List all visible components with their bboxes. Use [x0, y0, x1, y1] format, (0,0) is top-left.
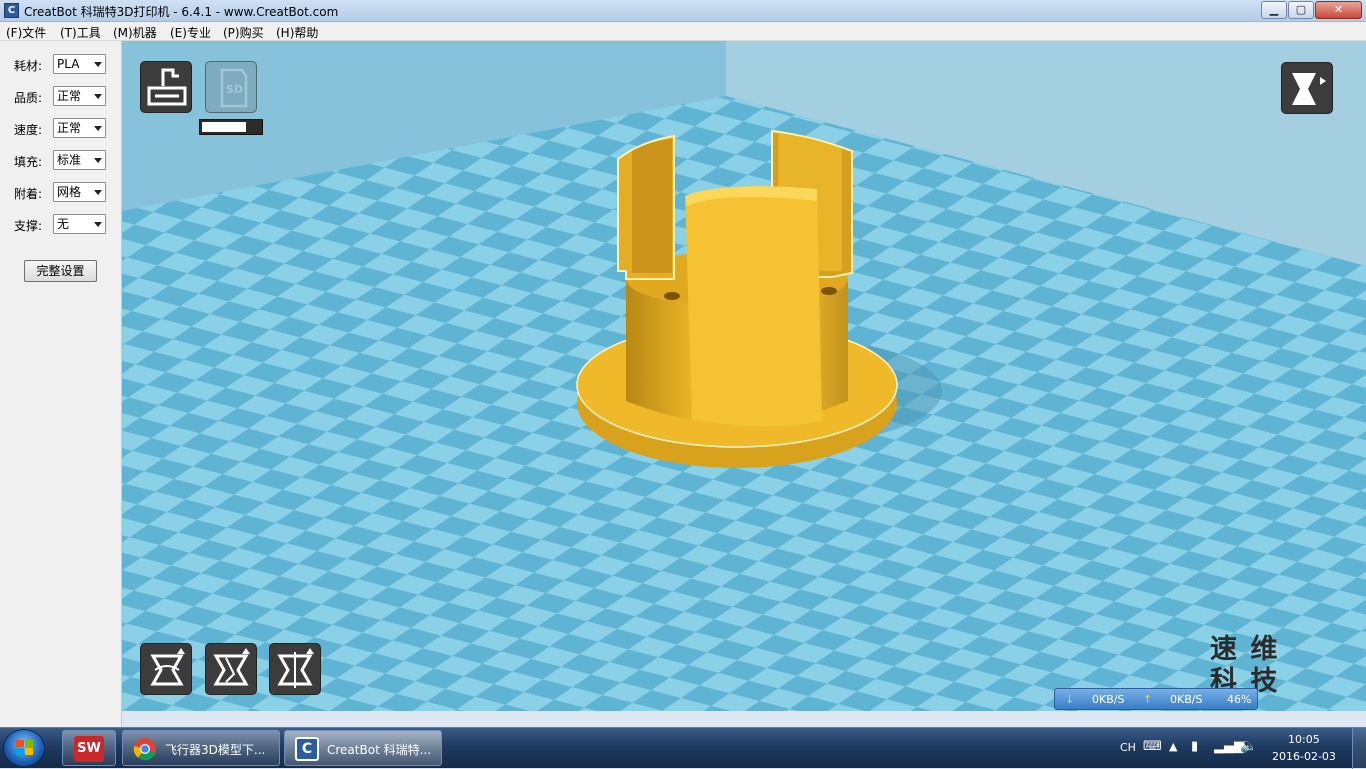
- view-mode-button[interactable]: [1281, 62, 1333, 114]
- select-value: 无: [57, 217, 70, 231]
- setting-label: 支撑:: [14, 219, 43, 233]
- sd-label: SD: [226, 83, 243, 96]
- windows-logo-icon: [16, 740, 33, 755]
- mirror-icon: [277, 648, 314, 688]
- infill-select[interactable]: 标准: [53, 150, 106, 170]
- chevron-down-icon: [94, 94, 102, 99]
- select-value: PLA: [57, 57, 80, 71]
- select-value: 正常: [57, 89, 82, 103]
- chevron-down-icon: [94, 126, 102, 131]
- save-to-sd-button[interactable]: SD: [205, 61, 257, 113]
- volume-icon[interactable]: 🔈: [1240, 738, 1257, 754]
- adhesion-select[interactable]: 网格: [53, 182, 106, 202]
- setting-label: 附着:: [14, 187, 43, 201]
- menu-buy[interactable]: (P)购买: [223, 24, 264, 41]
- setting-label: 填充:: [14, 155, 43, 169]
- rotate-button[interactable]: [140, 643, 192, 695]
- clock-date[interactable]: 2016-02-03: [1272, 750, 1336, 763]
- menu-machine[interactable]: (M)机器: [113, 24, 157, 41]
- taskbar-item-label: CreatBot 科瑞特...: [327, 743, 432, 757]
- taskbar-item-creatbot[interactable]: C CreatBot 科瑞特...: [284, 730, 442, 766]
- creatbot-app-icon: C: [4, 3, 19, 18]
- select-value: 正常: [57, 121, 82, 135]
- show-hidden-icons-icon[interactable]: ▲: [1169, 740, 1177, 753]
- scale-icon: [213, 648, 250, 686]
- 3d-viewport[interactable]: SD 速 维 科 技: [122, 41, 1366, 711]
- menu-file[interactable]: (F)文件: [6, 24, 46, 41]
- speed-select[interactable]: 正常: [53, 118, 106, 138]
- maximize-button[interactable]: ▢: [1288, 1, 1314, 19]
- device-icon[interactable]: ▮: [1191, 739, 1198, 754]
- show-desktop-button[interactable]: [1352, 728, 1366, 769]
- clock-time[interactable]: 10:05: [1288, 733, 1320, 746]
- progress-fill: [202, 122, 246, 132]
- chrome-icon: [133, 738, 156, 761]
- build-plate-scene: [122, 41, 1366, 711]
- menu-tools[interactable]: (T)工具: [60, 24, 101, 41]
- watermark-line: 速 维: [1210, 634, 1280, 665]
- language-indicator[interactable]: CH: [1120, 741, 1136, 754]
- start-button[interactable]: [3, 729, 45, 767]
- upload-speed: 0KB/S: [1170, 693, 1203, 706]
- model-front-wall: [685, 186, 822, 427]
- full-settings-button[interactable]: 完整设置: [24, 260, 97, 282]
- window-title-bar[interactable]: C CreatBot 科瑞特3D打印机 - 6.4.1 - www.CreatB…: [0, 0, 1366, 22]
- chevron-down-icon: [94, 190, 102, 195]
- support-select[interactable]: 无: [53, 214, 106, 234]
- mirror-button[interactable]: [269, 643, 321, 695]
- progress-bar: [199, 119, 263, 135]
- quality-select[interactable]: 正常: [53, 86, 106, 106]
- solidworks-icon: SW: [74, 736, 104, 762]
- scale-button[interactable]: [205, 643, 257, 695]
- load-model-button[interactable]: [140, 61, 192, 113]
- taskbar-item-chrome[interactable]: 飞行器3D模型下...: [122, 730, 280, 766]
- select-value: 网格: [57, 185, 82, 199]
- chevron-down-icon: [94, 158, 102, 163]
- solidworks-taskbar-button[interactable]: SW: [62, 730, 116, 766]
- chevron-down-icon: [94, 62, 102, 67]
- setting-label: 速度:: [14, 123, 43, 137]
- menu-help[interactable]: (H)帮助: [276, 24, 318, 41]
- download-arrow-icon: ↓: [1065, 693, 1075, 706]
- menu-bar: (F)文件 (T)工具 (M)机器 (E)专业 (P)购买 (H)帮助: [0, 22, 1366, 41]
- rotate-icon: [150, 648, 185, 686]
- close-button[interactable]: ✕: [1315, 1, 1362, 19]
- network-speed-widget[interactable]: ↓ 0KB/S ↑ 0KB/S 46%: [1054, 688, 1258, 710]
- setting-label: 耗材:: [14, 59, 43, 73]
- save-sd-icon: SD: [220, 68, 248, 108]
- chevron-down-icon: [94, 222, 102, 227]
- setting-label: 品质:: [14, 91, 43, 105]
- select-value: 标准: [57, 153, 82, 167]
- usage-percent: 46%: [1227, 693, 1252, 706]
- download-speed: 0KB/S: [1092, 693, 1125, 706]
- material-select[interactable]: PLA: [53, 54, 106, 74]
- keyboard-icon[interactable]: ⌨: [1143, 739, 1162, 754]
- view-mode-icon: [1292, 73, 1326, 105]
- creatbot-icon: C: [295, 737, 319, 761]
- window-title: CreatBot 科瑞特3D打印机 - 6.4.1 - www.CreatBot…: [24, 5, 339, 19]
- settings-panel: 耗材: PLA 品质: 正常 速度: 正常 填充: 标准 附着: 网格 支撑: …: [0, 41, 122, 727]
- taskbar-item-label: 飞行器3D模型下...: [165, 743, 266, 757]
- taskbar: SW 飞行器3D模型下... C CreatBot 科瑞特... CH ⌨ ▲ …: [0, 727, 1366, 769]
- upload-arrow-icon: ↑: [1143, 693, 1153, 706]
- load-model-icon: [147, 68, 187, 106]
- minimize-button[interactable]: ▁: [1261, 1, 1287, 19]
- menu-expert[interactable]: (E)专业: [170, 24, 211, 41]
